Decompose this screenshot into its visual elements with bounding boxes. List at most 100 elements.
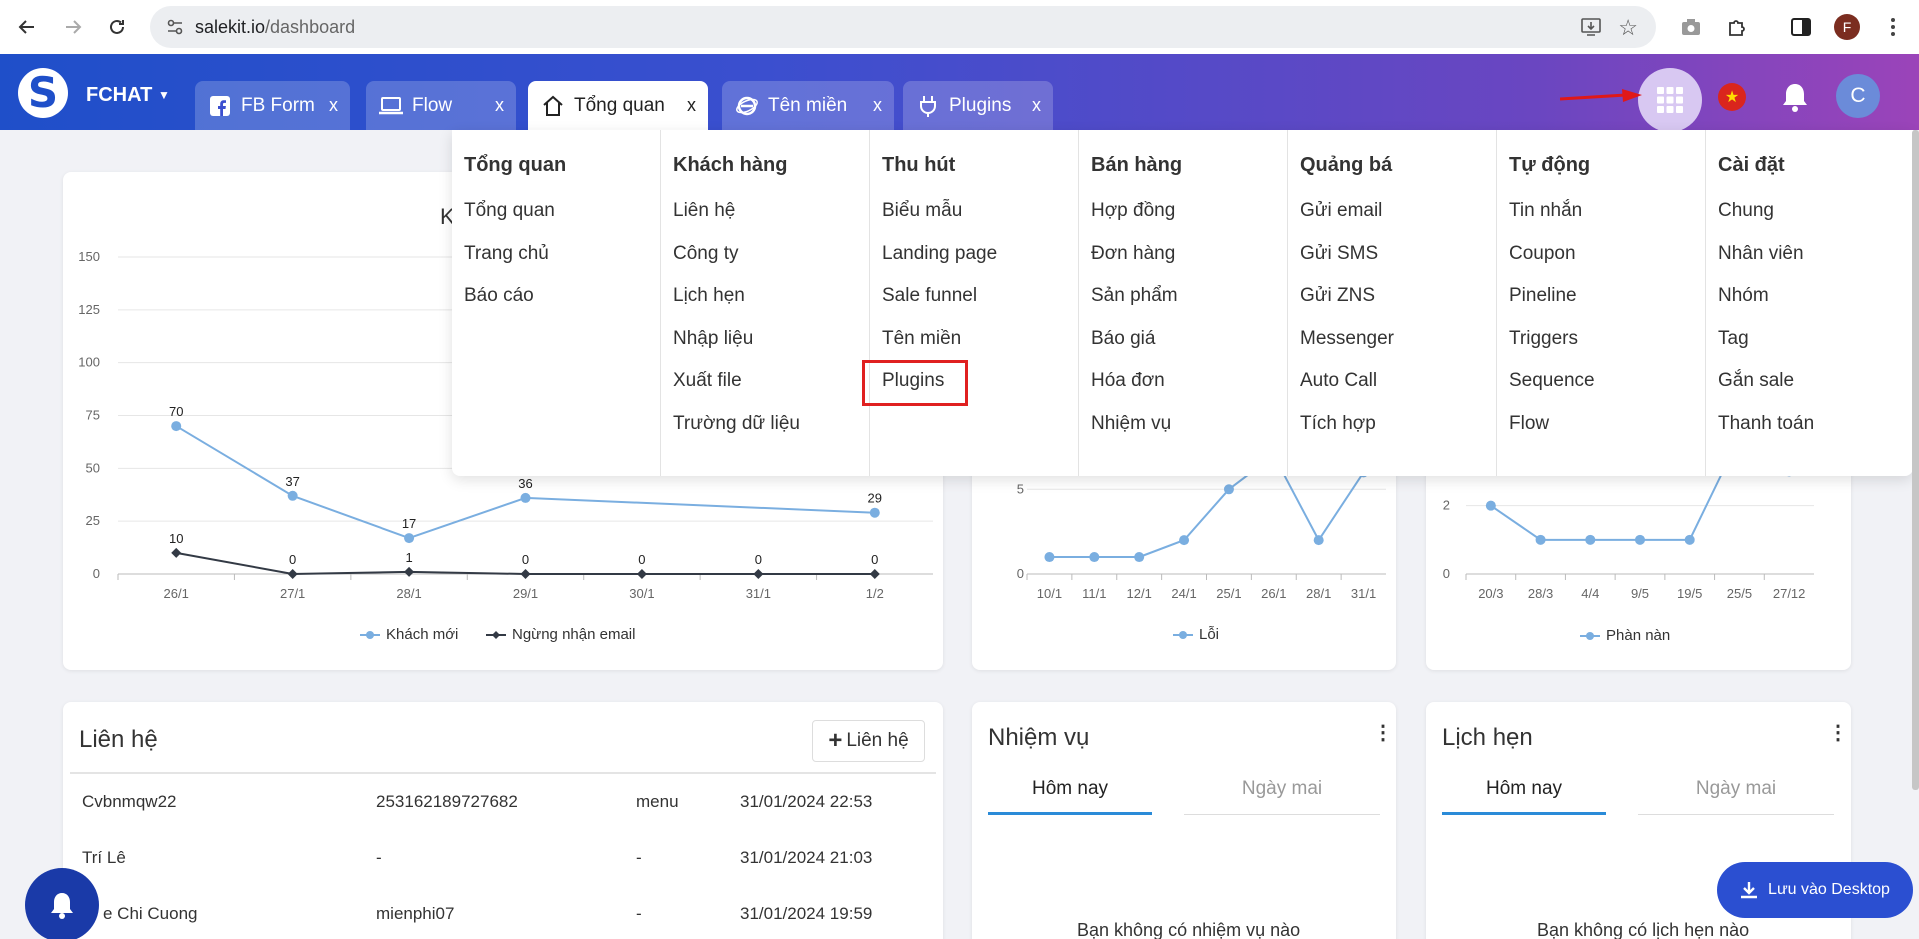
menu-item[interactable]: Báo giá bbox=[1091, 328, 1155, 350]
menu-item[interactable]: Triggers bbox=[1509, 328, 1578, 350]
menu-item[interactable]: Biểu mẫu bbox=[882, 200, 962, 222]
menu-item[interactable]: Auto Call bbox=[1300, 370, 1377, 392]
tab-close-button[interactable]: x bbox=[1032, 95, 1041, 116]
browser-profile-avatar[interactable]: F bbox=[1834, 14, 1860, 40]
tab-close-button[interactable]: x bbox=[495, 95, 504, 116]
y-tick-label: 50 bbox=[86, 460, 100, 475]
data-point bbox=[1684, 534, 1695, 545]
menu-heading: Thu hút bbox=[882, 154, 956, 176]
menu-item[interactable]: Sequence bbox=[1509, 370, 1595, 392]
menu-item[interactable]: Lịch hẹn bbox=[673, 285, 745, 307]
side-panel-icon[interactable] bbox=[1786, 12, 1816, 42]
menu-item[interactable]: Xuất file bbox=[673, 370, 742, 392]
notification-fab[interactable] bbox=[25, 868, 99, 939]
menu-item[interactable]: Chung bbox=[1718, 200, 1774, 222]
tab-close-button[interactable]: x bbox=[687, 95, 696, 116]
tab-close-button[interactable]: x bbox=[873, 95, 882, 116]
tab-tomorrow[interactable]: Ngày mai bbox=[1184, 778, 1380, 800]
menu-item[interactable]: Báo cáo bbox=[464, 285, 534, 307]
workspace-name[interactable]: FCHAT bbox=[86, 84, 152, 107]
menu-item[interactable]: Landing page bbox=[882, 243, 997, 265]
tab-today[interactable]: Hôm nay bbox=[988, 778, 1152, 800]
legend-label: Lỗi bbox=[1199, 626, 1220, 643]
menu-heading: Tự động bbox=[1509, 154, 1591, 176]
contact-time: 31/01/2024 22:53 bbox=[740, 792, 873, 811]
save-to-desktop-button[interactable]: Lưu vào Desktop bbox=[1717, 862, 1913, 918]
apps-grid-icon bbox=[1657, 87, 1683, 113]
site-info-icon[interactable] bbox=[166, 18, 184, 36]
menu-item[interactable]: Tên miền bbox=[882, 328, 961, 350]
tab-today[interactable]: Hôm nay bbox=[1442, 778, 1606, 800]
menu-item[interactable]: Gửi ZNS bbox=[1300, 285, 1375, 307]
menu-item[interactable]: Gửi SMS bbox=[1300, 243, 1378, 265]
menu-item[interactable]: Tin nhắn bbox=[1509, 200, 1582, 222]
data-point bbox=[287, 490, 298, 501]
menu-item[interactable]: Nhiệm vụ bbox=[1091, 413, 1171, 435]
bookmark-star-icon[interactable]: ☆ bbox=[1618, 15, 1638, 41]
user-avatar[interactable]: C bbox=[1836, 74, 1880, 118]
menu-item[interactable]: Tích hợp bbox=[1300, 413, 1376, 435]
forward-arrow-icon[interactable] bbox=[58, 12, 88, 42]
menu-item[interactable]: Hóa đơn bbox=[1091, 370, 1165, 392]
divider bbox=[70, 772, 936, 774]
page-scrollbar[interactable] bbox=[1912, 130, 1919, 790]
menu-item[interactable]: Nhân viên bbox=[1718, 243, 1804, 265]
apps-mega-menu: Tổng quan Tổng quan Trang chủ Báo cáo Kh… bbox=[452, 130, 1913, 476]
back-arrow-icon[interactable] bbox=[12, 12, 42, 42]
notification-bell-icon[interactable] bbox=[1777, 79, 1813, 115]
menu-item[interactable]: Gửi email bbox=[1300, 200, 1382, 222]
menu-item[interactable]: Sale funnel bbox=[882, 285, 977, 307]
legend-item-phan-nan[interactable]: Phàn nàn bbox=[1580, 627, 1670, 644]
menu-item[interactable]: Sản phẩm bbox=[1091, 285, 1178, 307]
menu-item[interactable]: Flow bbox=[1509, 413, 1549, 435]
menu-item[interactable]: Tag bbox=[1718, 328, 1749, 350]
camera-icon[interactable] bbox=[1676, 12, 1706, 42]
data-label: 36 bbox=[518, 476, 532, 491]
legend-item-ngung-nhan-email[interactable]: Ngừng nhận email bbox=[486, 626, 635, 643]
menu-item[interactable]: Gắn sale bbox=[1718, 370, 1794, 392]
plus-icon: + bbox=[828, 727, 843, 754]
menu-item[interactable]: Trang chủ bbox=[464, 243, 549, 265]
add-contact-label: Liên hệ bbox=[846, 730, 909, 751]
tab-fb-form[interactable]: FB Form x bbox=[195, 81, 350, 130]
tab-close-button[interactable]: x bbox=[329, 95, 338, 116]
apps-grid-button[interactable] bbox=[1638, 68, 1702, 132]
install-app-icon[interactable] bbox=[1580, 16, 1602, 38]
menu-item[interactable]: Nhập liệu bbox=[673, 328, 753, 350]
legend-item-khach-moi[interactable]: Khách mới bbox=[360, 626, 458, 643]
menu-item[interactable]: Pineline bbox=[1509, 285, 1577, 307]
menu-item[interactable]: Nhóm bbox=[1718, 285, 1769, 307]
extensions-puzzle-icon[interactable] bbox=[1722, 12, 1752, 42]
menu-item[interactable]: Messenger bbox=[1300, 328, 1394, 350]
menu-item[interactable]: Tổng quan bbox=[464, 200, 555, 222]
menu-item[interactable]: Đơn hàng bbox=[1091, 243, 1175, 265]
menu-item[interactable]: Liên hệ bbox=[673, 200, 735, 222]
save-to-desktop-label: Lưu vào Desktop bbox=[1768, 881, 1890, 898]
menu-item[interactable]: Coupon bbox=[1509, 243, 1576, 265]
caret-down-icon[interactable]: ▼ bbox=[158, 88, 170, 102]
menu-item[interactable]: Trường dữ liệu bbox=[673, 413, 800, 435]
tab-flow[interactable]: Flow x bbox=[366, 81, 516, 130]
address-bar[interactable]: salekit.io/dashboard ☆ bbox=[150, 6, 1656, 48]
tab-tomorrow[interactable]: Ngày mai bbox=[1638, 778, 1834, 800]
menu-item[interactable]: Hợp đồng bbox=[1091, 200, 1175, 222]
vietnam-flag-icon[interactable]: ★ bbox=[1718, 83, 1746, 111]
app-logo[interactable]: S bbox=[18, 68, 68, 118]
menu-item[interactable]: Công ty bbox=[673, 243, 738, 265]
browser-menu-icon[interactable] bbox=[1878, 12, 1908, 42]
more-vert-icon[interactable]: ⋮ bbox=[1828, 720, 1848, 745]
tab-ten-mien[interactable]: Tên miền x bbox=[722, 81, 894, 130]
menu-item[interactable]: Thanh toán bbox=[1718, 413, 1814, 435]
legend-marker bbox=[1173, 630, 1193, 639]
x-tick-label: 24/1 bbox=[1171, 586, 1196, 601]
y-tick-label: 125 bbox=[78, 302, 100, 317]
tab-tong-quan[interactable]: Tổng quan x bbox=[528, 81, 708, 130]
legend-item-loi[interactable]: Lỗi bbox=[1173, 626, 1219, 643]
menu-column-tong-quan: Tổng quan Tổng quan Trang chủ Báo cáo bbox=[452, 130, 661, 476]
add-contact-button[interactable]: + Liên hệ bbox=[812, 720, 925, 762]
reload-icon[interactable] bbox=[102, 12, 132, 42]
tab-plugins[interactable]: Plugins x bbox=[903, 81, 1053, 130]
x-tick-label: 4/4 bbox=[1581, 586, 1599, 601]
data-point bbox=[1044, 552, 1055, 563]
more-vert-icon[interactable]: ⋮ bbox=[1373, 720, 1393, 745]
